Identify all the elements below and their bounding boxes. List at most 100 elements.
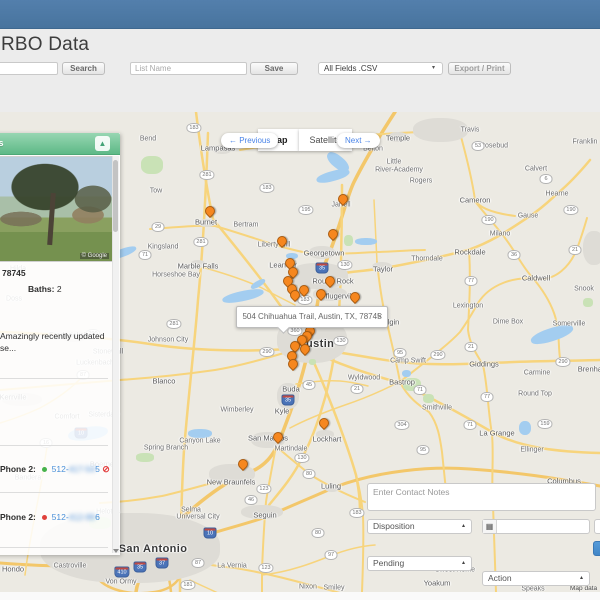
road bbox=[355, 474, 365, 592]
contact-notes-textarea[interactable] bbox=[367, 483, 596, 511]
map-label: Von Ormy bbox=[105, 578, 137, 586]
pending-select-value: Pending bbox=[373, 558, 405, 568]
blocked-icon[interactable]: ⊘ bbox=[102, 464, 110, 474]
scrollbar-thumb[interactable] bbox=[113, 160, 118, 232]
highway-shield: 304 bbox=[394, 420, 410, 430]
close-icon[interactable]: ✕ bbox=[376, 307, 383, 327]
status-dot-icon bbox=[42, 515, 48, 520]
map-label: Milano bbox=[489, 230, 511, 238]
photo-credit: © Google bbox=[79, 253, 109, 259]
previous-button[interactable]: ← Previous bbox=[221, 133, 279, 148]
map-label: Buda bbox=[282, 384, 300, 394]
highway-shield: 35 bbox=[315, 262, 329, 274]
map-label: Georgetown bbox=[303, 248, 345, 258]
save-button[interactable]: Save bbox=[250, 62, 298, 75]
highway-shield: 21 bbox=[568, 245, 582, 255]
highway-shield: 123 bbox=[258, 563, 274, 573]
map-label: San Antonio bbox=[118, 543, 188, 555]
highway-shield: 195 bbox=[298, 205, 314, 215]
water-body bbox=[401, 369, 411, 377]
map-label: Taylor bbox=[372, 264, 394, 274]
map-label: Lockhart bbox=[312, 434, 342, 444]
map-label: Luling bbox=[320, 481, 342, 491]
map-label: Temple bbox=[385, 133, 411, 143]
map-label: Hearne bbox=[545, 190, 569, 198]
divider bbox=[0, 492, 108, 493]
property-photo: © Google bbox=[0, 156, 113, 262]
map-attribution: Map data © bbox=[570, 585, 598, 592]
map-label: Selma bbox=[181, 506, 201, 514]
map-label: Caldwell bbox=[521, 273, 551, 283]
highway-shield: 281 bbox=[193, 237, 209, 247]
map-label: Universal City bbox=[176, 513, 220, 521]
map-label: Castroville bbox=[53, 562, 87, 570]
date-next-button[interactable] bbox=[594, 519, 600, 534]
highway-shield: 281 bbox=[199, 170, 215, 180]
map-label: River-Academy bbox=[375, 166, 423, 174]
highway-shield: 183 bbox=[186, 123, 202, 133]
map-label: Thorndale bbox=[411, 255, 443, 263]
list-name-input[interactable] bbox=[130, 62, 247, 75]
highway-shield: 183 bbox=[349, 508, 365, 518]
collapse-panel-button[interactable]: ▲ bbox=[95, 136, 110, 151]
map-label: Travis bbox=[460, 126, 480, 134]
map-label: Dime Box bbox=[492, 318, 524, 326]
export-print-button[interactable]: Export / Print bbox=[448, 62, 511, 75]
action-select[interactable]: Action ▴ bbox=[482, 571, 590, 586]
map-label: Burnet bbox=[194, 217, 218, 227]
pending-select[interactable]: Pending ▴ bbox=[367, 556, 472, 571]
map-label: Horseshoe Bay bbox=[152, 271, 200, 279]
marker-tooltip[interactable]: 504 Chihuahua Trail, Austin, TX, 78745 ✕ bbox=[236, 306, 388, 328]
highway-shield: 95 bbox=[393, 348, 407, 358]
map-label: Martindale bbox=[274, 445, 308, 453]
highway-shield: 35 bbox=[133, 561, 147, 573]
bottom-strip bbox=[0, 592, 600, 600]
scrollbar-down-arrow[interactable] bbox=[113, 549, 119, 553]
highway-shield: 71 bbox=[138, 250, 152, 260]
highway-shield: 130 bbox=[337, 260, 353, 270]
map-label: Gause bbox=[517, 212, 539, 220]
highway-shield: 290 bbox=[430, 350, 446, 360]
panel-header: ls ▲ bbox=[0, 133, 120, 155]
map-label: Lexington bbox=[452, 302, 484, 310]
phone-link[interactable]: 512-417-545 bbox=[52, 464, 100, 474]
map-label: Smithville bbox=[422, 404, 452, 412]
date-input[interactable]: ▦ bbox=[482, 519, 590, 534]
urban-area bbox=[583, 231, 600, 265]
disposition-select[interactable]: Disposition ▴ bbox=[367, 519, 472, 534]
map-label: Little bbox=[386, 158, 402, 166]
next-button[interactable]: Next → bbox=[337, 133, 380, 148]
highway-shield: 183 bbox=[259, 183, 275, 193]
panel-header-label: ls bbox=[0, 138, 4, 148]
highway-shield: 80 bbox=[311, 528, 325, 538]
map-label: New Braunfels bbox=[206, 477, 256, 487]
highway-shield: 45 bbox=[302, 380, 316, 390]
map-label: Yoakum bbox=[423, 578, 451, 588]
highway-shield: 95 bbox=[416, 445, 430, 455]
photo-tree bbox=[47, 192, 56, 246]
action-select-value: Action bbox=[488, 573, 512, 583]
map-label: Calvert bbox=[524, 165, 548, 173]
submit-button[interactable] bbox=[593, 541, 600, 556]
phone-label: Phone 2: bbox=[0, 464, 36, 474]
phone-link[interactable]: 512-412-996 bbox=[52, 512, 100, 522]
highway-shield: 36 bbox=[507, 250, 521, 260]
map-label: Johnson City bbox=[147, 336, 189, 344]
property-description-line2: se... bbox=[0, 343, 17, 353]
highway-shield: 71 bbox=[463, 420, 477, 430]
search-input[interactable] bbox=[0, 62, 58, 75]
highway-shield: 21 bbox=[350, 384, 364, 394]
highway-shield: 35 bbox=[281, 394, 295, 406]
highway-shield: 190 bbox=[481, 215, 497, 225]
water-body bbox=[355, 237, 377, 245]
search-button[interactable]: Search bbox=[62, 62, 105, 75]
fields-select[interactable]: All Fields .CSV ▾ bbox=[318, 62, 443, 75]
map-label: Bend bbox=[139, 135, 157, 143]
highway-shield: 181 bbox=[180, 580, 196, 590]
map-label: Wyldwood bbox=[347, 374, 381, 382]
park-area bbox=[141, 156, 163, 174]
map-label: Brenham bbox=[577, 364, 600, 374]
chevron-up-icon: ▴ bbox=[579, 575, 583, 581]
panel-scrollbar[interactable] bbox=[112, 156, 119, 553]
phone-row-1: Phone 2: 512-417-545 ⊘ bbox=[0, 464, 110, 475]
